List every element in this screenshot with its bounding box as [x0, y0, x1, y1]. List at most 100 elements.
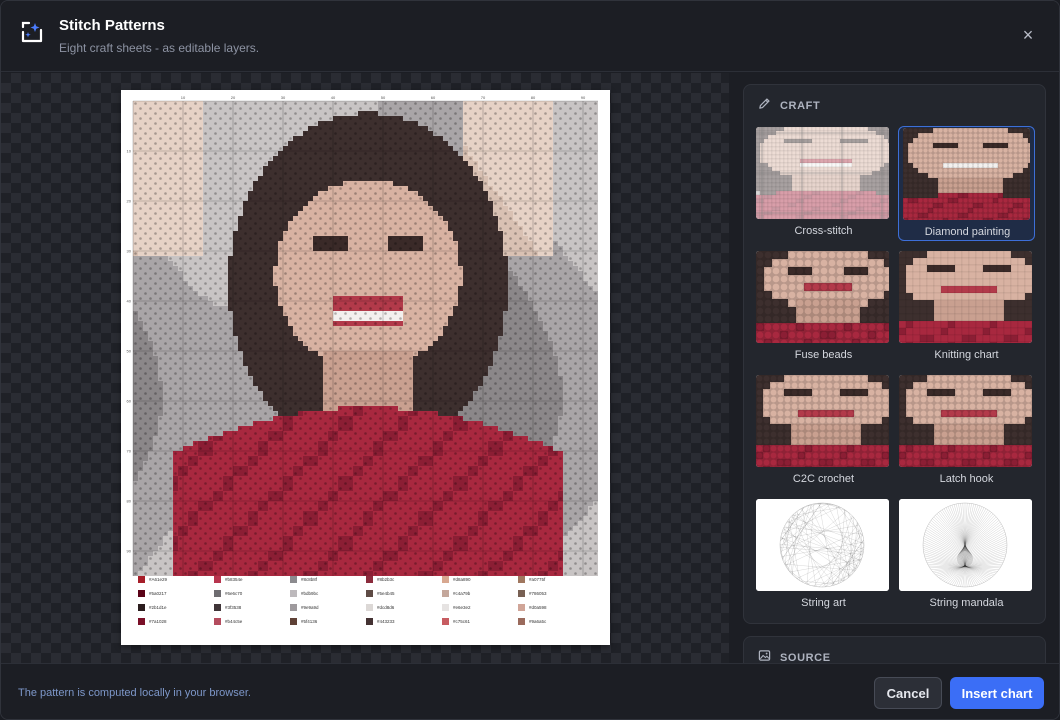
pattern-cell	[408, 251, 413, 256]
pattern-symbol	[334, 152, 337, 155]
pattern-symbol	[434, 272, 437, 275]
pattern-symbol	[544, 272, 547, 275]
pattern-cell	[148, 121, 153, 126]
pattern-symbol	[374, 182, 377, 185]
pattern-symbol	[209, 267, 212, 270]
pattern-symbol	[504, 192, 507, 195]
pattern-cell	[218, 141, 223, 146]
pattern-cell	[418, 131, 423, 136]
pattern-cell	[453, 186, 458, 191]
pattern-symbol	[299, 127, 302, 130]
pattern-cell	[343, 136, 348, 141]
pattern-cell	[133, 226, 138, 231]
pattern-symbol	[569, 167, 572, 170]
pattern-cell	[153, 186, 158, 191]
pattern-symbol	[464, 202, 467, 205]
pattern-cell	[218, 101, 223, 106]
pattern-symbol	[504, 212, 507, 215]
pattern-symbol	[499, 147, 502, 150]
pattern-symbol	[284, 202, 287, 205]
pattern-cell	[533, 106, 538, 111]
pattern-cell	[373, 216, 378, 221]
pattern-symbol	[189, 217, 192, 220]
pattern-cell	[133, 276, 138, 281]
pattern-cell	[313, 176, 318, 181]
pattern-symbol	[379, 187, 382, 190]
pattern-symbol	[269, 237, 272, 240]
pattern-cell	[438, 221, 443, 226]
pattern-symbol	[214, 172, 217, 175]
pattern-cell	[398, 101, 403, 106]
pattern-cell	[193, 156, 198, 161]
pattern-symbol	[189, 147, 192, 150]
pattern-symbol	[444, 122, 447, 125]
pattern-cell	[483, 126, 488, 131]
pattern-cell	[198, 231, 203, 236]
pattern-symbol	[254, 262, 257, 265]
pattern-symbol	[269, 117, 272, 120]
pattern-cell	[233, 186, 238, 191]
pattern-cell	[293, 266, 298, 271]
pattern-cell	[288, 261, 293, 266]
pattern-symbol	[209, 187, 212, 190]
pattern-cell	[298, 261, 303, 266]
pattern-symbol	[559, 217, 562, 220]
pattern-cell	[518, 161, 523, 166]
pattern-cell	[258, 181, 263, 186]
pattern-symbol	[274, 122, 277, 125]
pattern-cell	[328, 251, 333, 256]
pattern-cell	[243, 206, 248, 211]
pattern-cell	[578, 201, 583, 206]
pattern-cell	[153, 236, 158, 241]
stitch-patterns-dialog: Stitch Patterns Eight craft sheets - as …	[0, 0, 1060, 720]
pattern-symbol	[204, 162, 207, 165]
pattern-cell	[283, 196, 288, 201]
pattern-symbol	[399, 257, 402, 260]
pattern-cell	[503, 216, 508, 221]
pattern-symbol	[549, 217, 552, 220]
pattern-symbol	[499, 137, 502, 140]
pattern-symbol	[539, 237, 542, 240]
pattern-symbol	[159, 207, 162, 210]
pattern-symbol	[344, 152, 347, 155]
pattern-cell	[193, 226, 198, 231]
pattern-symbol	[219, 187, 222, 190]
pattern-symbol	[259, 227, 262, 230]
pattern-cell	[443, 166, 448, 171]
close-button[interactable]: ×	[1017, 24, 1039, 46]
pattern-cell	[518, 181, 523, 186]
pattern-cell	[193, 116, 198, 121]
pattern-cell	[538, 151, 543, 156]
pattern-symbol	[509, 127, 512, 130]
pattern-symbol	[244, 132, 247, 135]
pattern-symbol	[219, 157, 222, 160]
pattern-cell	[298, 271, 303, 276]
pattern-cell	[318, 251, 323, 256]
pattern-cell	[558, 191, 563, 196]
pattern-cell	[578, 211, 583, 216]
pattern-cell	[238, 171, 243, 176]
pattern-cell	[478, 151, 483, 156]
pattern-symbol	[484, 212, 487, 215]
pattern-cell	[443, 186, 448, 191]
pattern-symbol	[554, 192, 557, 195]
pattern-symbol	[234, 242, 237, 245]
pattern-cell	[563, 166, 568, 171]
pattern-cell	[558, 171, 563, 176]
pattern-cell	[198, 241, 203, 246]
pattern-cell	[258, 151, 263, 156]
pattern-symbol	[144, 252, 147, 255]
pattern-symbol	[384, 272, 387, 275]
pattern-cell	[258, 271, 263, 276]
pattern-cell	[183, 186, 188, 191]
pattern-symbol	[334, 112, 337, 115]
pattern-cell	[498, 141, 503, 146]
pattern-cell	[303, 276, 308, 281]
pattern-symbol	[199, 187, 202, 190]
pattern-symbol	[269, 197, 272, 200]
pattern-symbol	[499, 117, 502, 120]
pattern-symbol	[544, 132, 547, 135]
pattern-preview[interactable]: 10 20 30 40 50 60 70 80 90 10 20 30 40 50 60 70 80 90 #A61…	[1, 73, 729, 663]
pattern-symbol	[584, 192, 587, 195]
pattern-cell	[348, 111, 353, 116]
